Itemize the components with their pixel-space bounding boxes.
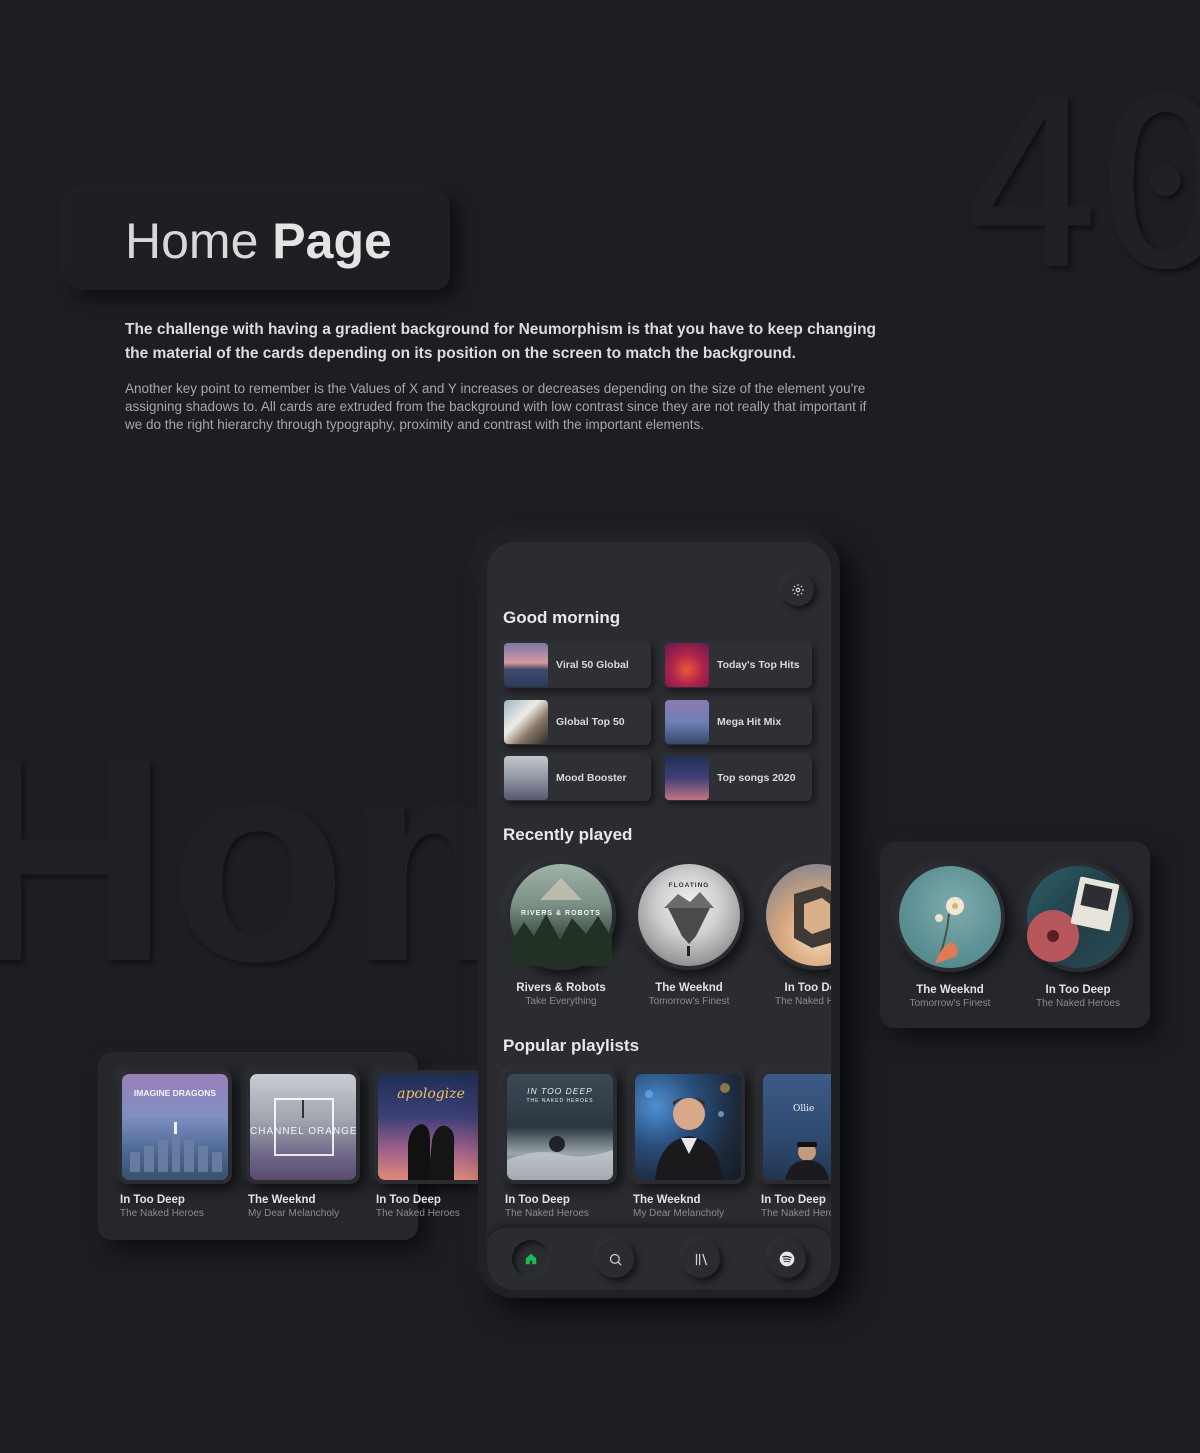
playlist-cover-frame: IN TOO DEEP THE NAKED HEROES [503,1070,617,1184]
intro-lead: The challenge with having a gradient bac… [125,321,877,362]
quick-pick-label: Viral 50 Global [556,659,629,671]
nav-home-button[interactable] [512,1240,550,1278]
playlist-item[interactable]: apologize In Too Deep The Naked Heroes [374,1070,490,1219]
page-title-bold: Page [272,213,392,269]
quick-pick-card[interactable]: Viral 50 Global [503,642,651,688]
recently-played-overflow-card: The Weeknd Tomorrow's Finest In Too Deep… [880,842,1150,1028]
recently-played-heading: Recently played [503,825,633,844]
portrait-bokeh-art [635,1074,741,1180]
settings-button[interactable] [782,574,814,606]
gear-icon [792,584,804,596]
recent-item[interactable]: RIVERS & ROBOTS Rivers & Robots Take Eve… [503,860,619,1007]
bottom-navigation [487,1228,831,1290]
recent-subtitle: Tomorrow's Finest [648,996,730,1007]
recent-item[interactable]: In Too Deep The Naked Heroes [759,860,831,1007]
page-title-light: Home [125,213,259,269]
playlist-title: In Too Deep [505,1194,570,1206]
floating-island-art: FLOATING [638,864,740,966]
recent-item[interactable]: In Too Deep The Naked Heroes [1020,862,1136,1009]
playlist-cover-frame: IMAGINE DRAGONS [118,1070,232,1184]
popular-playlists-heading: Popular playlists [503,1036,640,1055]
album-disc [1023,862,1133,972]
playlist-item[interactable]: CHANNEL ORANGE The Weeknd My Dear Melanc… [246,1070,362,1219]
page-title-card: Home Page [68,192,450,290]
spotify-icon [779,1251,795,1267]
red-flower-art [665,643,709,687]
search-icon [609,1253,622,1266]
paper-mountain-art [504,700,548,744]
quick-pick-label: Top songs 2020 [717,772,796,784]
playlist-item[interactable]: The Weeknd My Dear Melancholy [631,1070,747,1219]
cover-text: CHANNEL ORANGE [250,1126,356,1137]
recent-title: The Weeknd [655,982,723,994]
vinyl-record-art [1027,866,1129,968]
playlist-item[interactable]: IN TOO DEEP THE NAKED HEROES In Too Deep… [503,1070,619,1219]
impossible-cube-art [766,864,831,966]
apologize-couple-art: apologize [378,1074,484,1180]
playlist-subtitle: My Dear Melancholy [633,1208,725,1219]
recent-title: The Weeknd [916,984,984,996]
imagine-dragons-art: IMAGINE DRAGONS [122,1074,228,1180]
playlist-title: In Too Deep [376,1194,441,1206]
quick-pick-label: Mood Booster [556,772,627,784]
playlist-cover-frame: apologize [374,1070,488,1184]
playlist-subtitle: My Dear Melancholy [248,1208,340,1219]
recent-subtitle: The Naked Heroes [1036,998,1120,1009]
album-disc [762,860,831,970]
quick-pick-label: Today's Top Hits [717,659,800,671]
playlist-title: In Too Deep [120,1194,185,1206]
background-number: 40 [962,51,1200,321]
home-icon [525,1253,537,1265]
page-title: Home Page [125,212,392,270]
playlist-item[interactable]: Ollie In Too Deep The Naked Heroes [759,1070,831,1219]
mountain-sunset-art [504,643,548,687]
quick-pick-card[interactable]: Today's Top Hits [664,642,812,688]
quick-pick-card[interactable]: Mood Booster [503,755,651,801]
playlist-cover-frame: CHANNEL ORANGE [246,1070,360,1184]
recent-item[interactable]: FLOATING The Weeknd Tomorrow's Finest [631,860,747,1007]
playlist-title: In Too Deep [761,1194,826,1206]
apologize-couple-art [665,756,709,800]
ollie-art: Ollie [763,1074,831,1180]
playlist-item[interactable]: IMAGINE DRAGONS In Too Deep The Naked He… [118,1070,234,1219]
recent-title: In Too Deep [784,982,831,994]
playlist-subtitle: The Naked Heroes [505,1208,589,1219]
playlist-cover-frame [631,1070,745,1184]
nav-search-button[interactable] [596,1240,634,1278]
forest-mountain-art: RIVERS & ROBOTS [510,864,612,966]
recent-title: Rivers & Robots [516,982,606,994]
popular-playlists-overflow-card: IMAGINE DRAGONS In Too Deep The Naked He… [98,1052,488,1240]
phone-screen: Good morning Viral 50 Global Today's Top… [487,542,831,1290]
playlist-subtitle: The Naked Heroes [120,1208,204,1219]
quick-pick-card[interactable]: Mega Hit Mix [664,699,812,745]
in-too-deep-art: IN TOO DEEP THE NAKED HEROES [507,1074,613,1180]
nav-library-button[interactable] [682,1240,720,1278]
greeting-heading: Good morning [503,608,621,627]
recent-subtitle: Take Everything [525,996,597,1007]
playlist-title: The Weeknd [633,1194,701,1206]
album-disc [895,862,1005,972]
quick-pick-label: Global Top 50 [556,716,625,728]
channel-orange-art: CHANNEL ORANGE [250,1074,356,1180]
quick-pick-card[interactable]: Top songs 2020 [664,755,812,801]
quick-pick-card[interactable]: Global Top 50 [503,699,651,745]
recent-title: In Too Deep [1045,984,1111,996]
album-disc: FLOATING [634,860,744,970]
recent-item[interactable]: The Weeknd Tomorrow's Finest [892,862,1008,1009]
library-icon [695,1253,707,1265]
quick-pick-label: Mega Hit Mix [717,716,782,728]
nav-spotify-button[interactable] [768,1240,806,1278]
playlist-cover-frame: Ollie [759,1070,831,1184]
recent-subtitle: The Naked Heroes [775,996,831,1007]
playlist-subtitle: The Naked Heroes [376,1208,460,1219]
playlist-subtitle: The Naked Heroes [761,1208,831,1219]
intro-body: Another key point to remember is the Val… [125,381,867,432]
album-disc: RIVERS & ROBOTS [506,860,616,970]
flower-hand-art [899,866,1001,968]
channel-orange-art [504,756,548,800]
imagine-dragons-art [665,700,709,744]
recent-subtitle: Tomorrow's Finest [909,998,991,1009]
playlist-title: The Weeknd [248,1194,316,1206]
